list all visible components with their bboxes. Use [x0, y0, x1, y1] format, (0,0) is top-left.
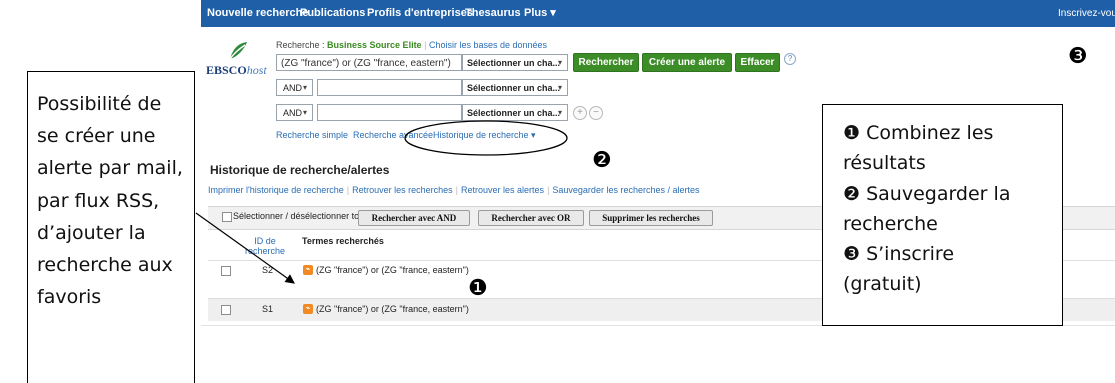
search-button[interactable]: Rechercher	[573, 53, 639, 72]
nav-sign-in[interactable]: Inscrivez-vous	[1058, 0, 1115, 27]
row-terms-s1: (ZG "france") or (ZG "france, eastern")	[316, 304, 469, 314]
add-row-icon[interactable]: +	[573, 106, 587, 120]
history-links: Imprimer l'historique de recherche | Retro…	[208, 185, 700, 195]
choose-databases-link[interactable]: Choisir les bases de données	[429, 40, 547, 50]
print-history-link[interactable]: Imprimer l'historique de recherche	[208, 185, 344, 195]
annotation-line: recherche	[843, 212, 938, 235]
rss-icon[interactable]: ⌁	[303, 265, 313, 275]
ebsco-logo: EBSCOhost	[206, 63, 267, 77]
annotation-line: ❶ Combinez les	[843, 122, 994, 144]
ebsco-logo-icon	[229, 42, 247, 60]
save-searches-alerts-link[interactable]: Sauvegarder les recherches / alertes	[552, 185, 699, 195]
field-select-2[interactable]: Sélectionner un cha... ▾	[462, 79, 568, 96]
row-terms-s2: (ZG "france") or (ZG "france, eastern")	[316, 265, 469, 275]
marker-2: ❷	[592, 148, 612, 173]
delete-searches-button[interactable]: Supprimer les recherches	[589, 210, 713, 226]
row-checkbox-s1[interactable]	[221, 305, 231, 315]
create-alert-button[interactable]: Créer une alerte	[642, 53, 732, 72]
database-name: Business Source Elite	[327, 40, 422, 50]
nav-more[interactable]: Plus ▾	[524, 0, 556, 27]
rss-icon[interactable]: ⌁	[303, 304, 313, 314]
annotation-line: (gratuit)	[843, 273, 922, 296]
search-query-input-2[interactable]	[317, 79, 462, 96]
basic-search-link[interactable]: Recherche simple	[276, 130, 348, 140]
row-id-s1: S1	[262, 304, 274, 314]
annotation-line: résultats	[843, 152, 926, 175]
remove-row-icon[interactable]: −	[589, 106, 603, 120]
help-icon[interactable]: ?	[784, 53, 796, 65]
search-source-line: Recherche : Business Source Elite | Choi…	[276, 40, 548, 50]
retrieve-alerts-link[interactable]: Retrouver les alertes	[461, 185, 544, 195]
nav-thesaurus[interactable]: Thesaurus	[465, 0, 521, 27]
clear-button[interactable]: Effacer	[735, 53, 780, 72]
marker-3: ❸	[1068, 44, 1088, 69]
retrieve-searches-link[interactable]: Retrouver les recherches	[352, 185, 453, 195]
nav-new-search[interactable]: Nouvelle recherche	[207, 0, 309, 27]
annotation-arrow	[195, 212, 295, 284]
boolean-select-1[interactable]: AND ▾	[276, 79, 313, 96]
annotation-line: ❸ S’inscrire	[843, 243, 955, 266]
search-with-or-button[interactable]: Rechercher avec OR	[478, 210, 584, 226]
search-query-input[interactable]: (ZG "france") or (ZG "france, eastern")	[276, 54, 462, 71]
nav-publications[interactable]: Publications	[300, 0, 365, 27]
marker-1: ❶	[468, 276, 488, 301]
history-title: Historique de recherche/alertes	[210, 163, 390, 177]
highlight-ellipse	[404, 120, 568, 156]
annotation-right-text: ❶ Combinez les résultats ❷ Sauvegarder l…	[843, 118, 1058, 300]
annotation-left-text: Possibilité de se créer une alerte par m…	[37, 93, 183, 309]
annotation-line: ❷ Sauvegarder la	[843, 182, 1011, 205]
boolean-select-2[interactable]: AND ▾	[276, 104, 313, 121]
field-select-1[interactable]: Sélectionner un cha... ▾	[462, 54, 568, 71]
nav-company-profiles[interactable]: Profils d'entreprises	[367, 0, 473, 27]
column-header-terms: Termes recherchés	[302, 236, 384, 246]
search-with-and-button[interactable]: Rechercher avec AND	[358, 210, 470, 226]
